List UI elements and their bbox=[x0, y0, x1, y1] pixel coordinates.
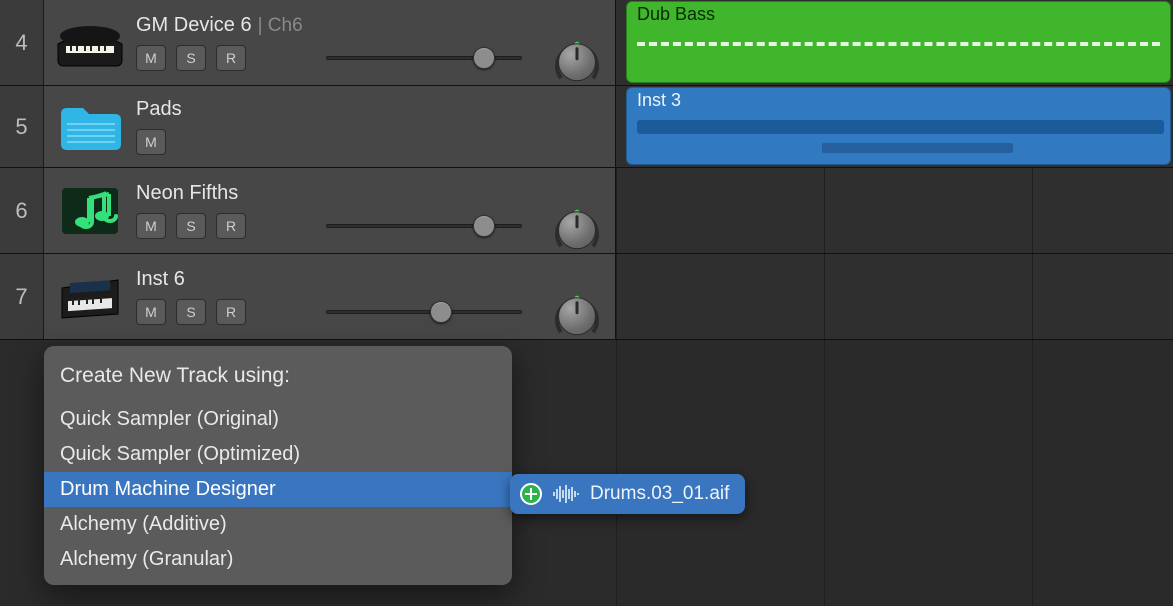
track-number: 6 bbox=[0, 168, 44, 253]
region-title: Inst 3 bbox=[637, 90, 1162, 112]
track-name-label: Inst 6 bbox=[136, 268, 185, 291]
timeline-lane[interactable]: Inst 3 bbox=[616, 86, 1173, 167]
track-title: Inst 6 bbox=[136, 268, 615, 291]
midi-region[interactable]: Dub Bass bbox=[626, 1, 1171, 83]
track-header[interactable]: Pads M bbox=[44, 86, 616, 167]
context-menu-item[interactable]: Quick Sampler (Optimized) bbox=[44, 437, 512, 472]
record-enable-button[interactable]: R bbox=[216, 299, 246, 325]
context-menu-item[interactable]: Quick Sampler (Original) bbox=[44, 402, 512, 437]
midi-notes-preview bbox=[637, 42, 1160, 46]
track-name-label: Pads bbox=[136, 98, 182, 121]
timeline-empty-area[interactable] bbox=[616, 340, 1173, 606]
record-enable-button[interactable]: R bbox=[216, 213, 246, 239]
context-menu-item[interactable]: Alchemy (Additive) bbox=[44, 507, 512, 542]
pan-knob[interactable] bbox=[553, 38, 601, 86]
pan-knob[interactable] bbox=[553, 206, 601, 254]
folder-icon bbox=[57, 102, 123, 152]
solo-button[interactable]: S bbox=[176, 45, 206, 71]
folder-region[interactable]: Inst 3 bbox=[626, 87, 1171, 165]
mute-button[interactable]: M bbox=[136, 129, 166, 155]
track-list: 4 GM Device 6 | Ch6 M bbox=[0, 0, 1173, 340]
context-menu-title: Create New Track using: bbox=[44, 358, 512, 402]
track-info: Pads M bbox=[136, 86, 615, 167]
track-title: Neon Fifths bbox=[136, 182, 615, 205]
context-menu-item[interactable]: Drum Machine Designer bbox=[44, 472, 512, 507]
track-number: 7 bbox=[0, 254, 44, 339]
music-note-icon bbox=[56, 182, 124, 240]
track-row[interactable]: 5 Pads M bbox=[0, 86, 1173, 168]
track-number: 5 bbox=[0, 86, 44, 167]
drag-chip-label: Drums.03_01.aif bbox=[590, 483, 729, 505]
mute-button[interactable]: M bbox=[136, 299, 166, 325]
plus-badge-icon bbox=[520, 483, 542, 505]
track-icon-synth bbox=[44, 254, 136, 339]
track-controls: M S R bbox=[136, 45, 615, 71]
region-title: Dub Bass bbox=[637, 4, 1162, 26]
context-menu-item[interactable]: Alchemy (Granular) bbox=[44, 542, 512, 577]
create-track-context-menu[interactable]: Create New Track using: Quick Sampler (O… bbox=[44, 346, 512, 585]
track-icon-folder bbox=[44, 86, 136, 167]
app-root: { "tracks": [ { "num": "4", "name": "GM … bbox=[0, 0, 1173, 606]
track-icon-note bbox=[44, 168, 136, 253]
volume-slider[interactable] bbox=[326, 48, 522, 68]
timeline-lane[interactable]: Dub Bass bbox=[616, 0, 1173, 85]
track-row[interactable]: 4 GM Device 6 | Ch6 M bbox=[0, 0, 1173, 86]
track-controls: M bbox=[136, 129, 615, 155]
mute-button[interactable]: M bbox=[136, 213, 166, 239]
track-icon-piano bbox=[44, 0, 136, 85]
track-name-label: GM Device 6 bbox=[136, 14, 252, 37]
track-info: Inst 6 M S R bbox=[136, 254, 615, 339]
timeline-lane[interactable] bbox=[616, 254, 1173, 339]
track-info: Neon Fifths M S R bbox=[136, 168, 615, 253]
grid bbox=[616, 168, 1173, 253]
track-title: Pads bbox=[136, 98, 615, 121]
volume-slider[interactable] bbox=[326, 302, 522, 322]
track-header[interactable]: GM Device 6 | Ch6 M S R bbox=[44, 0, 616, 85]
volume-slider[interactable] bbox=[326, 216, 522, 236]
waveform-icon bbox=[552, 484, 580, 504]
track-controls: M S R bbox=[136, 213, 615, 239]
solo-button[interactable]: S bbox=[176, 299, 206, 325]
drag-audio-chip[interactable]: Drums.03_01.aif bbox=[510, 474, 745, 514]
track-name-label: Neon Fifths bbox=[136, 182, 238, 205]
track-info: GM Device 6 | Ch6 M S R bbox=[136, 0, 615, 85]
solo-button[interactable]: S bbox=[176, 213, 206, 239]
track-row[interactable]: 6 Neon Fifths M bbox=[0, 168, 1173, 254]
track-header[interactable]: Neon Fifths M S R bbox=[44, 168, 616, 253]
track-channel-label: | Ch6 bbox=[258, 15, 303, 37]
record-enable-button[interactable]: R bbox=[216, 45, 246, 71]
pan-knob[interactable] bbox=[553, 292, 601, 340]
track-number: 4 bbox=[0, 0, 44, 85]
piano-icon bbox=[56, 14, 124, 72]
track-title: GM Device 6 | Ch6 bbox=[136, 14, 615, 37]
keyboard-icon bbox=[56, 268, 124, 326]
track-controls: M S R bbox=[136, 299, 615, 325]
timeline-lane[interactable] bbox=[616, 168, 1173, 253]
track-header[interactable]: Inst 6 M S R bbox=[44, 254, 616, 339]
sub-region-bar bbox=[637, 120, 1164, 134]
sub-region-bar bbox=[822, 143, 1012, 153]
grid bbox=[616, 254, 1173, 339]
mute-button[interactable]: M bbox=[136, 45, 166, 71]
track-row[interactable]: 7 Inst 6 M S bbox=[0, 254, 1173, 340]
